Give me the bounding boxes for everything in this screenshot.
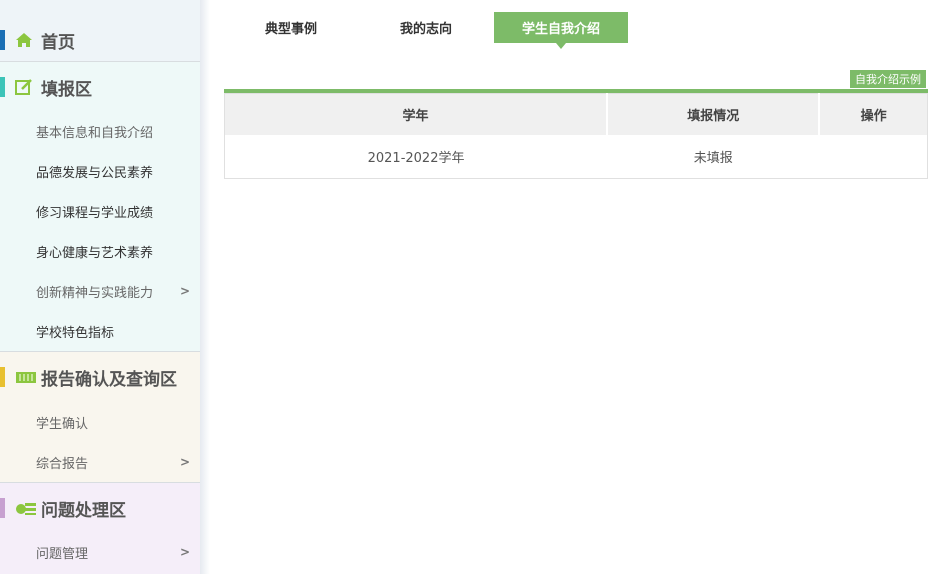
sidebar-item-school-features[interactable]: 学校特色指标 <box>0 311 200 351</box>
sidebar-item-courses[interactable]: 修习课程与学业成绩 <box>0 191 200 231</box>
column-header-action: 操作 <box>819 93 928 135</box>
table-row: 2021-2022学年 未填报 <box>225 135 928 179</box>
sidebar-issue-section: 问题处理区 <box>0 488 200 528</box>
sidebar-item-health-art[interactable]: 身心健康与艺术素养 <box>0 231 200 271</box>
sidebar-item-moral[interactable]: 品德发展与公民素养 <box>0 151 200 191</box>
column-header-year: 学年 <box>224 93 609 135</box>
sidebar-item-basic-info[interactable]: 基本信息和自我介绍 <box>0 111 200 151</box>
sidebar: 首页 填报区 基本信息和自我介绍 品德发展与公民素养 修习课程与学业成绩 身心健… <box>0 0 200 574</box>
chevron-right-icon: > <box>179 284 190 298</box>
cell-status: 未填报 <box>693 150 733 166</box>
sidebar-home[interactable]: 首页 <box>0 20 200 60</box>
cell-year: 2021-2022学年 <box>367 150 465 166</box>
issue-icon <box>15 500 36 516</box>
sidebar-item-innovation[interactable]: 创新精神与实践能力 > <box>0 271 200 311</box>
sidebar-item-report[interactable]: 综合报告 > <box>0 442 200 482</box>
sidebar-item-issue-manage[interactable]: 问题管理 > <box>0 532 200 572</box>
tab-my-aspiration[interactable]: 我的志向 <box>383 12 469 43</box>
edit-icon <box>15 79 33 95</box>
self-intro-example-button[interactable]: 自我介绍示例 <box>850 70 926 88</box>
sidebar-fill-section: 填报区 <box>0 67 200 107</box>
column-header-status: 填报情况 <box>607 93 821 135</box>
sidebar-item-student-confirm[interactable]: 学生确认 <box>0 402 200 442</box>
tab-typical-cases[interactable]: 典型事例 <box>248 12 334 43</box>
chevron-right-icon: > <box>179 455 190 469</box>
tab-self-intro[interactable]: 学生自我介绍 <box>494 12 628 49</box>
home-icon <box>15 32 33 48</box>
self-intro-table: 学年 填报情况 操作 2021-2022学年 未填报 <box>224 93 928 179</box>
sidebar-report-section: 报告确认及查询区 <box>0 357 200 397</box>
report-icon <box>15 369 36 385</box>
cell-action <box>819 135 927 179</box>
chevron-right-icon: > <box>179 545 190 559</box>
